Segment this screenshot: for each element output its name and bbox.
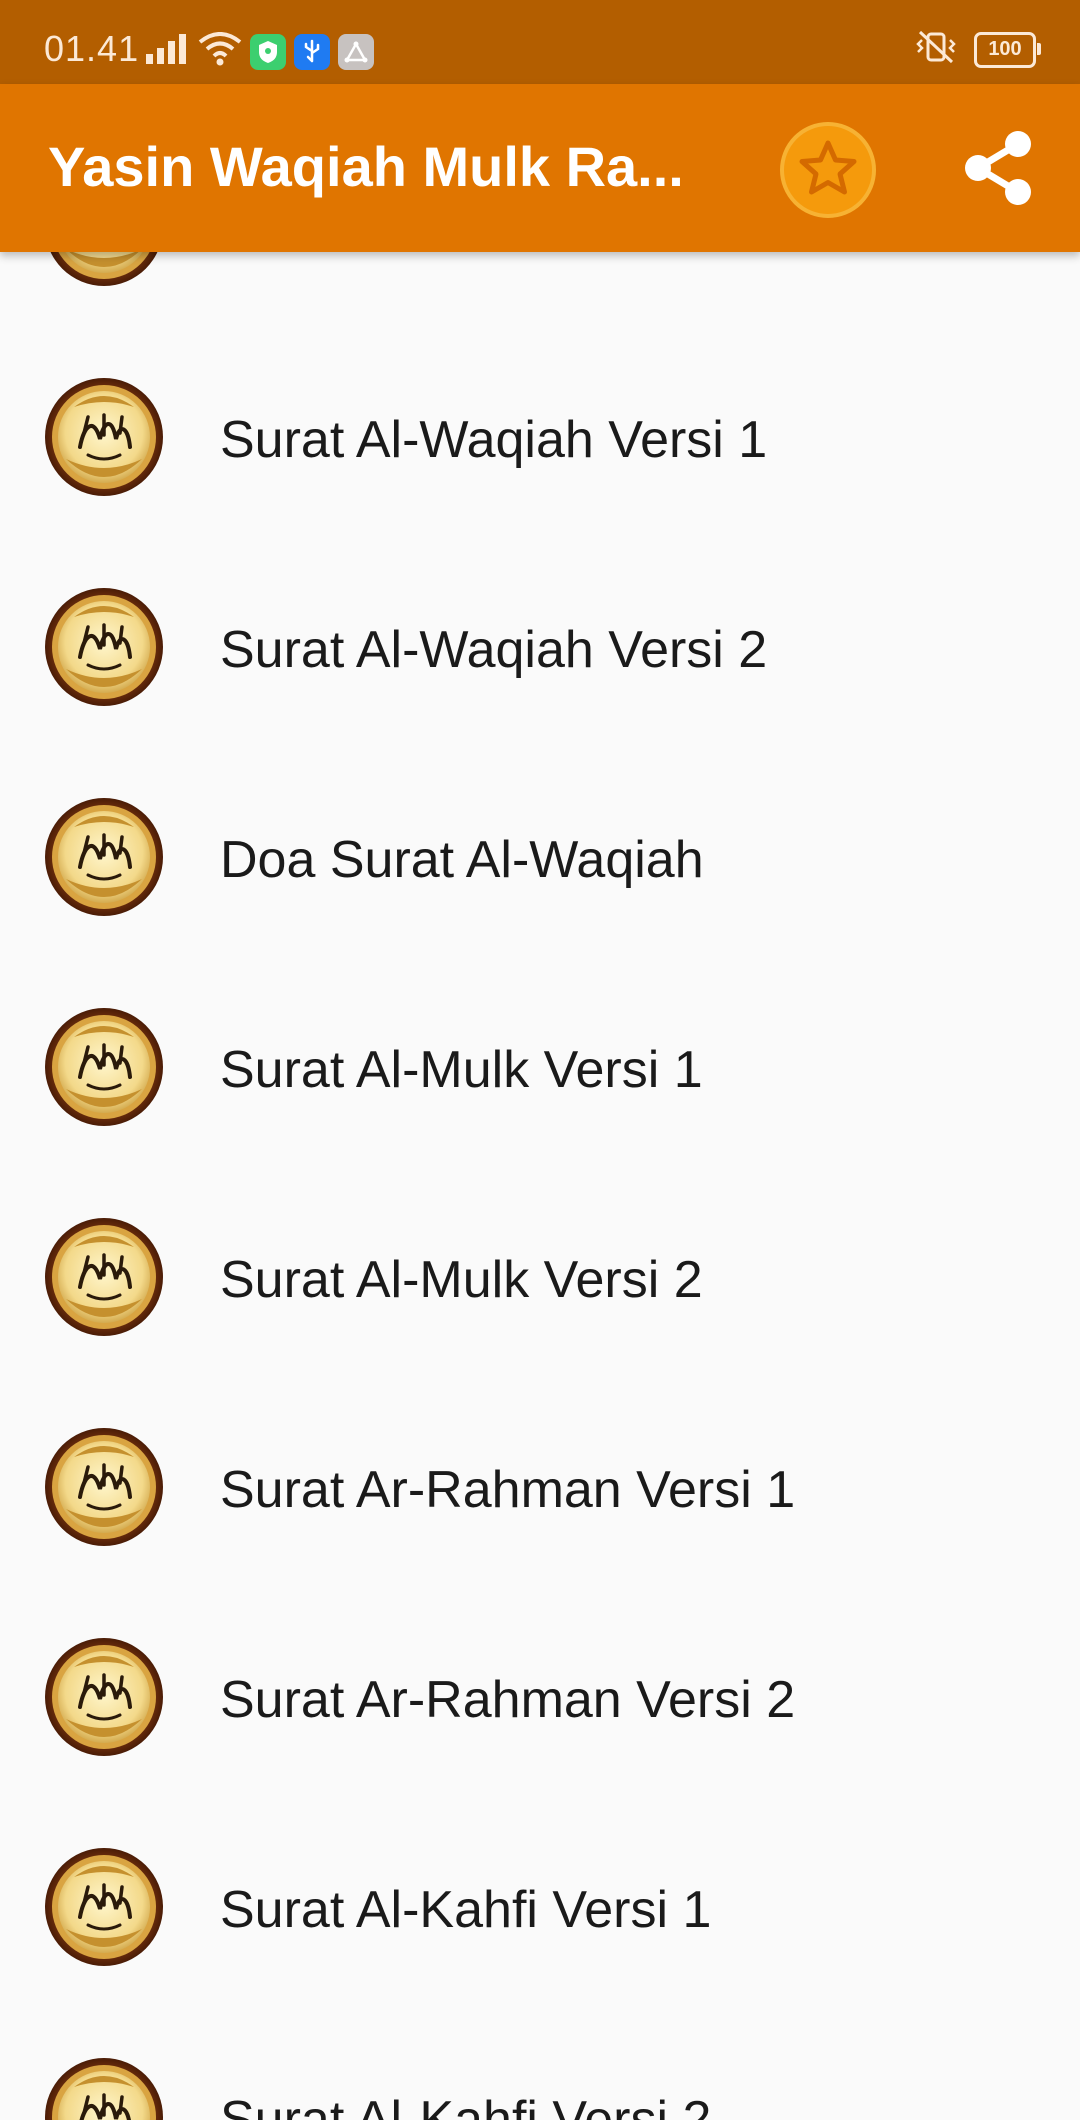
list-item[interactable]: Doa Surat Al-Waqiah xyxy=(0,752,1080,962)
star-icon xyxy=(798,139,858,202)
list-item[interactable]: Surat Al-Waqiah Versi 2 xyxy=(0,542,1080,752)
quran-emblem-icon xyxy=(44,1427,164,1547)
list-item[interactable]: Surat Al-Mulk Versi 1 xyxy=(0,962,1080,1172)
quran-emblem-icon xyxy=(44,797,164,917)
quran-emblem-icon xyxy=(44,252,164,287)
usb-app-icon xyxy=(294,33,330,70)
battery-icon: 100 xyxy=(974,31,1041,68)
list-item[interactable]: Surat Al-Mulk Versi 2 xyxy=(0,1172,1080,1382)
list-item-label: Surat Al-Waqiah Versi 1 xyxy=(220,411,768,469)
status-right-icons: 100 xyxy=(914,30,1041,69)
rate-button[interactable] xyxy=(780,122,876,218)
signal-icon xyxy=(146,34,190,69)
list-item[interactable] xyxy=(0,252,1080,332)
list-item[interactable]: Surat Al-Waqiah Versi 1 xyxy=(0,332,1080,542)
list-item-label: Surat Al-Mulk Versi 1 xyxy=(220,1041,703,1099)
list-item[interactable]: Surat Ar-Rahman Versi 1 xyxy=(0,1382,1080,1592)
vibrate-icon xyxy=(914,30,958,69)
app-title: Yasin Waqiah Mulk Ra... xyxy=(48,135,684,198)
list-item[interactable]: Surat Al-Kahfi Versi 1 xyxy=(0,1802,1080,2012)
quran-emblem-icon xyxy=(44,1007,164,1127)
status-bar: 01.41 100 xyxy=(0,0,1080,84)
share-button[interactable] xyxy=(950,122,1046,218)
status-left-icons xyxy=(146,32,374,71)
list-item-label: Surat Al-Waqiah Versi 2 xyxy=(220,621,768,679)
surah-list-inner: Surat Al-Waqiah Versi 1 Surat Al-Waqiah … xyxy=(0,252,1080,2120)
share-icon xyxy=(960,128,1036,213)
quran-emblem-icon xyxy=(44,2057,164,2120)
quran-emblem-icon xyxy=(44,1217,164,1337)
list-item-label: Surat Al-Mulk Versi 2 xyxy=(220,1251,703,1309)
surah-list[interactable]: Surat Al-Waqiah Versi 1 Surat Al-Waqiah … xyxy=(0,252,1080,2120)
list-item-label: Surat Al-Kahfi Versi 1 xyxy=(220,1881,712,1939)
triangle-app-icon xyxy=(338,33,374,70)
shield-app-icon xyxy=(250,33,286,70)
list-item-label: Surat Ar-Rahman Versi 1 xyxy=(220,1461,796,1519)
list-item-label: Doa Surat Al-Waqiah xyxy=(220,831,704,889)
app-bar: Yasin Waqiah Mulk Ra... xyxy=(0,84,1080,252)
status-time: 01.41 xyxy=(44,28,140,69)
quran-emblem-icon xyxy=(44,1847,164,1967)
list-item[interactable]: Surat Ar-Rahman Versi 2 xyxy=(0,1592,1080,1802)
list-item-label: Surat Al-Kahfi Versi 2 xyxy=(220,2091,712,2120)
quran-emblem-icon xyxy=(44,587,164,707)
quran-emblem-icon xyxy=(44,377,164,497)
list-item-label: Surat Ar-Rahman Versi 2 xyxy=(220,1671,796,1729)
list-item[interactable]: Surat Al-Kahfi Versi 2 xyxy=(0,2012,1080,2120)
quran-emblem-icon xyxy=(44,1637,164,1757)
wifi-icon xyxy=(198,32,242,71)
